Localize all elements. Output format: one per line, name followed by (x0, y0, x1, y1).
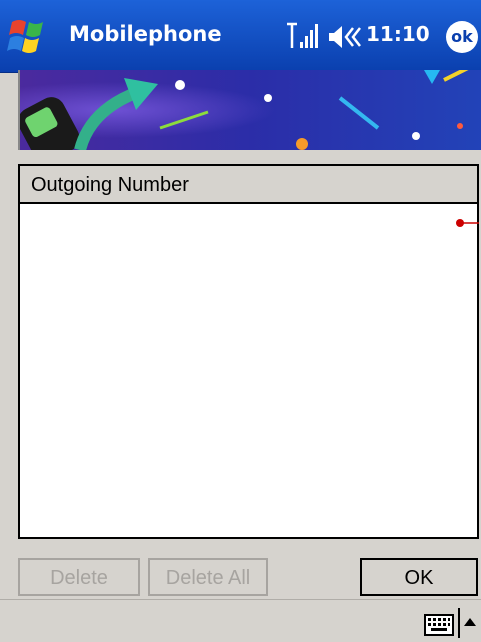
banner-graphic (20, 70, 481, 150)
ok-title-button[interactable]: ok (446, 21, 478, 53)
selection-marker (456, 219, 479, 227)
delete-button[interactable]: Delete (18, 558, 140, 596)
sip-divider (458, 608, 460, 638)
sip-arrow-up-icon[interactable] (464, 618, 476, 626)
column-header-label: Outgoing Number (31, 174, 189, 196)
banner-image (18, 70, 481, 150)
outgoing-number-list[interactable]: Outgoing Number (18, 164, 479, 539)
keyboard-icon[interactable] (424, 614, 454, 636)
screen: Mobilephone 11:10 ok Outgoing Number Del… (0, 0, 481, 642)
signal-strength-icon (287, 22, 318, 48)
delete-all-button[interactable]: Delete All (148, 558, 268, 596)
command-bar (0, 599, 481, 642)
title-bar: Mobilephone 11:10 ok (0, 0, 481, 73)
app-title: Mobilephone (69, 22, 222, 46)
windows-flag-icon[interactable] (6, 16, 52, 56)
column-header[interactable]: Outgoing Number (20, 166, 477, 204)
ok-button[interactable]: OK (360, 558, 478, 596)
speaker-volume-icon (329, 26, 361, 48)
clock: 11:10 (366, 22, 430, 46)
